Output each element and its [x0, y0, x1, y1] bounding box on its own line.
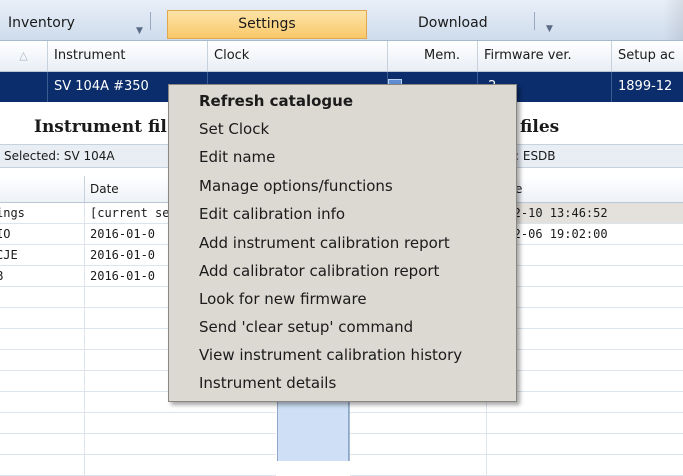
tab-download-label: Download [418, 15, 488, 31]
cell-date: [current se [90, 206, 170, 220]
tab-download[interactable]: Download ▼ [418, 10, 618, 36]
column-header-name[interactable] [0, 176, 85, 202]
cell-date: 2016-01-0 [90, 248, 156, 262]
tab-separator [150, 12, 151, 30]
column-header-instrument[interactable]: Instrument [48, 41, 208, 71]
tab-inventory-label: Inventory [8, 15, 75, 31]
selection-label: : ESDB [515, 149, 556, 163]
cell-name: ings [0, 203, 85, 223]
context-menu: Refresh catalogue Set Clock Edit name Ma… [168, 84, 517, 402]
cell-name: CJE [0, 245, 85, 265]
tab-bar: Inventory ▼ Settings Download ▼ [0, 0, 683, 41]
cell-date: 2016-01-0 [90, 269, 156, 283]
menu-item-look-for-new-firmware[interactable]: Look for new firmware [199, 288, 367, 311]
column-header-mem[interactable]: Mem. [418, 41, 478, 71]
panel-title: files [520, 117, 560, 137]
column-header-date[interactable]: Date [90, 176, 119, 202]
table-row-empty [0, 413, 276, 434]
menu-item-set-clock[interactable]: Set Clock [199, 118, 269, 141]
cell-setup[interactable]: 1899-12 [612, 72, 683, 102]
menu-item-add-instrument-calibration-report[interactable]: Add instrument calibration report [199, 232, 450, 255]
grid-header: △ Instrument Clock Mem. Firmware ver. Se… [0, 41, 683, 72]
cell-date: 2016-01-0 [90, 227, 156, 241]
menu-item-edit-calibration-info[interactable]: Edit calibration info [199, 203, 345, 226]
table-row-empty [0, 455, 276, 476]
row-indicator [0, 72, 48, 102]
tab-separator [534, 12, 535, 30]
column-header-clock[interactable]: Clock [208, 41, 388, 71]
column-header-setup[interactable]: Setup ac [612, 41, 683, 71]
table-row-empty [0, 434, 276, 455]
menu-item-send-clear-setup[interactable]: Send 'clear setup' command [199, 316, 413, 339]
chevron-down-icon[interactable]: ▼ [546, 16, 553, 42]
panel-title: Instrument fil [34, 117, 167, 137]
menu-item-instrument-details[interactable]: Instrument details [199, 372, 336, 395]
menu-item-refresh-catalogue[interactable]: Refresh catalogue [199, 90, 353, 113]
table-row-empty [350, 434, 683, 455]
selection-label: Selected: SV 104A [4, 149, 115, 163]
menu-item-edit-name[interactable]: Edit name [199, 146, 275, 169]
menu-item-add-calibrator-calibration-report[interactable]: Add calibrator calibration report [199, 260, 439, 283]
table-row-empty [350, 455, 683, 476]
cell-name: B [0, 266, 85, 286]
tab-settings[interactable]: Settings [167, 10, 367, 39]
column-header-firmware[interactable]: Firmware ver. [478, 41, 612, 71]
sort-icon[interactable]: △ [0, 41, 48, 71]
menu-item-view-calibration-history[interactable]: View instrument calibration history [199, 344, 462, 367]
menu-item-manage-options[interactable]: Manage options/functions [199, 175, 393, 198]
table-row-empty [350, 413, 683, 434]
tab-bar-edge [663, 0, 683, 40]
tab-inventory[interactable]: Inventory ▼ [8, 10, 158, 36]
cell-name: IO [0, 224, 85, 244]
